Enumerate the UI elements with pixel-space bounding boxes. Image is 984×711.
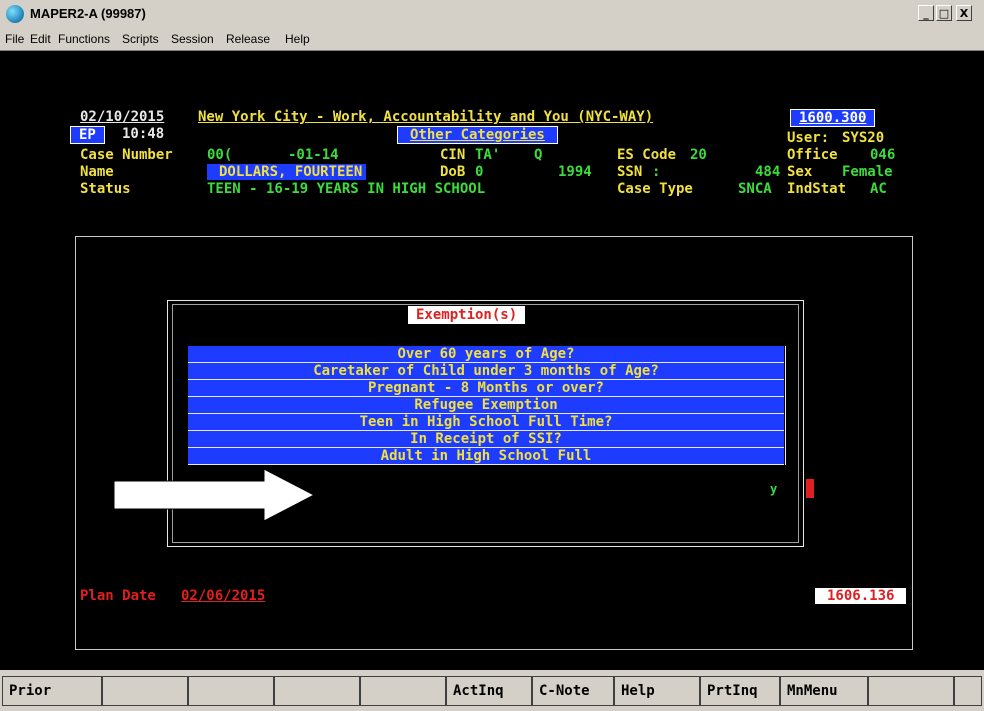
ssn-b: 484 xyxy=(755,164,781,180)
menu-release[interactable]: Release xyxy=(226,32,270,46)
system-title: New York City - Work, Accountability and… xyxy=(198,109,654,125)
option-pregnant[interactable]: Pregnant - 8 Months or over? xyxy=(188,380,784,397)
office-label: Office xyxy=(787,147,838,163)
cin-b: Q xyxy=(534,147,543,163)
window-title: MAPER2-A (99987) xyxy=(30,6,146,21)
option-over-60[interactable]: Over 60 years of Age? xyxy=(188,346,784,363)
selection-input[interactable]: y xyxy=(770,481,777,497)
name-value: DOLLARS, FOURTEEN xyxy=(207,164,367,180)
es-code-label: ES Code xyxy=(617,147,677,163)
fkey-5[interactable] xyxy=(360,676,446,706)
screen-code: 1600.300 xyxy=(790,109,876,127)
case-number-a: 00( xyxy=(207,147,233,163)
indstat-value: AC xyxy=(870,181,887,197)
fkey-prior[interactable]: Prior xyxy=(2,676,102,706)
case-number-label: Case Number xyxy=(80,147,173,163)
dob-label: DoB xyxy=(440,164,466,180)
fkey-help[interactable]: Help xyxy=(614,676,700,706)
fkey-12[interactable] xyxy=(954,676,982,706)
indstat-label: IndStat xyxy=(787,181,847,197)
ssn-label: SSN xyxy=(617,164,643,180)
option-teen-high-school[interactable]: Teen in High School Full Time? xyxy=(188,414,784,431)
office-value: 046 xyxy=(870,147,896,163)
dob-b: 1994 xyxy=(558,164,592,180)
header-time: 10:48 xyxy=(122,126,165,142)
fkey-3[interactable] xyxy=(188,676,274,706)
menu-functions[interactable]: Functions xyxy=(58,32,110,46)
option-refugee[interactable]: Refugee Exemption xyxy=(188,397,784,414)
fkey-prtinq[interactable]: PrtInq xyxy=(700,676,780,706)
fkey-2[interactable] xyxy=(102,676,188,706)
es-code-value: 20 xyxy=(690,147,707,163)
menu-edit[interactable]: Edit xyxy=(30,32,51,46)
option-caretaker-child[interactable]: Caretaker of Child under 3 months of Age… xyxy=(188,363,784,380)
footer-code: 1606.136 xyxy=(815,588,907,604)
sex-label: Sex xyxy=(787,164,813,180)
menu-bar: File Edit Functions Scripts Session Rele… xyxy=(0,28,984,50)
tab-other-categories[interactable]: Other Categories xyxy=(397,126,558,144)
option-column-divider xyxy=(785,346,786,465)
header-date: 02/10/2015 xyxy=(80,109,165,125)
fkey-c-note[interactable]: C-Note xyxy=(532,676,614,706)
title-bar: MAPER2-A (99987) _ □ X xyxy=(0,0,984,28)
terminal-screen: 02/10/2015 New York City - Work, Account… xyxy=(0,50,984,671)
arrow-pointer-icon xyxy=(114,469,314,521)
user-label: User: xyxy=(787,130,830,146)
status-value: TEEN - 16-19 YEARS IN HIGH SCHOOL xyxy=(207,181,486,197)
user-value: SYS20 xyxy=(842,130,885,146)
terminal-app-icon xyxy=(6,5,24,23)
ssn-a: : xyxy=(652,164,661,180)
menu-session[interactable]: Session xyxy=(171,32,214,46)
fkey-actinq[interactable]: ActInq xyxy=(446,676,532,706)
menu-help[interactable]: Help xyxy=(285,32,310,46)
minimize-button[interactable]: _ xyxy=(918,5,934,21)
case-type-label: Case Type xyxy=(617,181,693,197)
option-adult-high-school[interactable]: Adult in High School Full xyxy=(188,448,784,465)
fkey-11[interactable] xyxy=(868,676,954,706)
cursor-block xyxy=(806,479,814,498)
plan-date-value: 02/06/2015 xyxy=(181,588,266,604)
fkey-4[interactable] xyxy=(274,676,360,706)
status-label: Status xyxy=(80,181,131,197)
sex-value: Female xyxy=(842,164,893,180)
close-button[interactable]: X xyxy=(956,5,972,21)
name-label: Name xyxy=(80,164,114,180)
option-ssi[interactable]: In Receipt of SSI? xyxy=(188,431,784,448)
case-type-value: SNCA xyxy=(738,181,772,197)
maximize-button[interactable]: □ xyxy=(936,5,952,21)
cin-a: TA' xyxy=(475,147,501,163)
dialog-title: Exemption(s) xyxy=(408,306,526,324)
case-number-b: -01-14 xyxy=(288,147,339,163)
fkey-mnmenu[interactable]: MnMenu xyxy=(780,676,868,706)
plan-date-label: Plan Date xyxy=(80,588,156,604)
menu-scripts[interactable]: Scripts xyxy=(122,32,159,46)
menu-file[interactable]: File xyxy=(5,32,24,46)
function-key-bar: Prior ActInq C-Note Help PrtInq MnMenu xyxy=(0,670,984,711)
dob-a: 0 xyxy=(475,164,484,180)
mode-indicator: EP xyxy=(70,126,105,144)
cin-label: CIN xyxy=(440,147,466,163)
